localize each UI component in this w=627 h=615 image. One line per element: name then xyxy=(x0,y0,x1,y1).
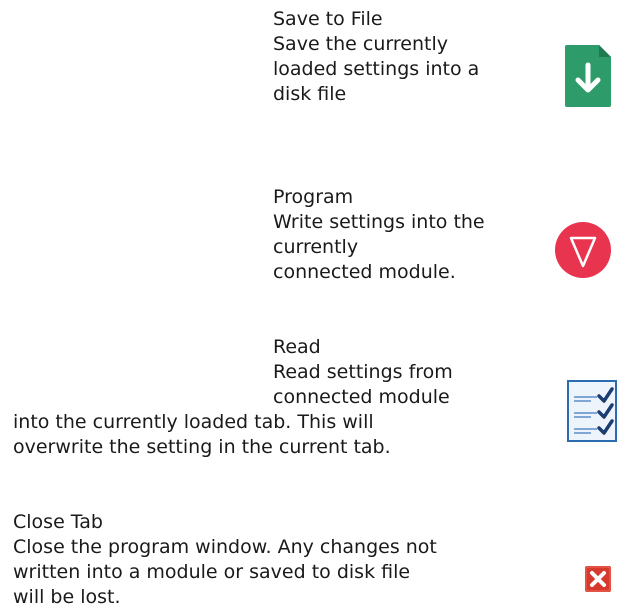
program-title: Program xyxy=(273,186,354,208)
read-desc-line: connected module xyxy=(273,386,450,408)
save-download-icon[interactable] xyxy=(565,45,611,107)
read-title: Read xyxy=(273,336,321,358)
close-tab-desc-line: written into a module or saved to disk f… xyxy=(13,561,411,583)
close-tab-section: Close Tab Close the program window. Any … xyxy=(13,510,437,610)
save-to-file-title: Save to File xyxy=(273,8,383,30)
program-desc-line: Write settings into the xyxy=(273,211,485,233)
close-x-icon[interactable] xyxy=(585,566,611,592)
read-checklist-icon[interactable] xyxy=(567,380,617,442)
read-section-desc-bottom: into the currently loaded tab. This will… xyxy=(13,410,391,460)
program-desc-line: currently xyxy=(273,236,359,258)
close-tab-desc-line: Close the program window. Any changes no… xyxy=(13,536,437,558)
program-triangle-icon[interactable] xyxy=(555,222,611,278)
save-to-file-section: Save to File Save the currently loaded s… xyxy=(273,7,479,107)
close-tab-desc-line: will be lost. xyxy=(13,586,121,608)
save-to-file-desc-line: Save the currently xyxy=(273,33,448,55)
save-to-file-desc-line: loaded settings into a xyxy=(273,58,480,80)
read-desc-line: overwrite the setting in the current tab… xyxy=(13,436,391,458)
close-tab-title: Close Tab xyxy=(13,511,103,533)
save-to-file-desc-line: disk file xyxy=(273,83,347,105)
read-section-desc-top: Read settings from connected module xyxy=(273,360,453,410)
read-desc-line: into the currently loaded tab. This will xyxy=(13,411,374,433)
read-section-title-block: Read xyxy=(273,335,321,360)
program-section: Program Write settings into the currentl… xyxy=(273,185,485,285)
read-desc-line: Read settings from xyxy=(273,361,453,383)
program-desc-line: connected module. xyxy=(273,261,456,283)
